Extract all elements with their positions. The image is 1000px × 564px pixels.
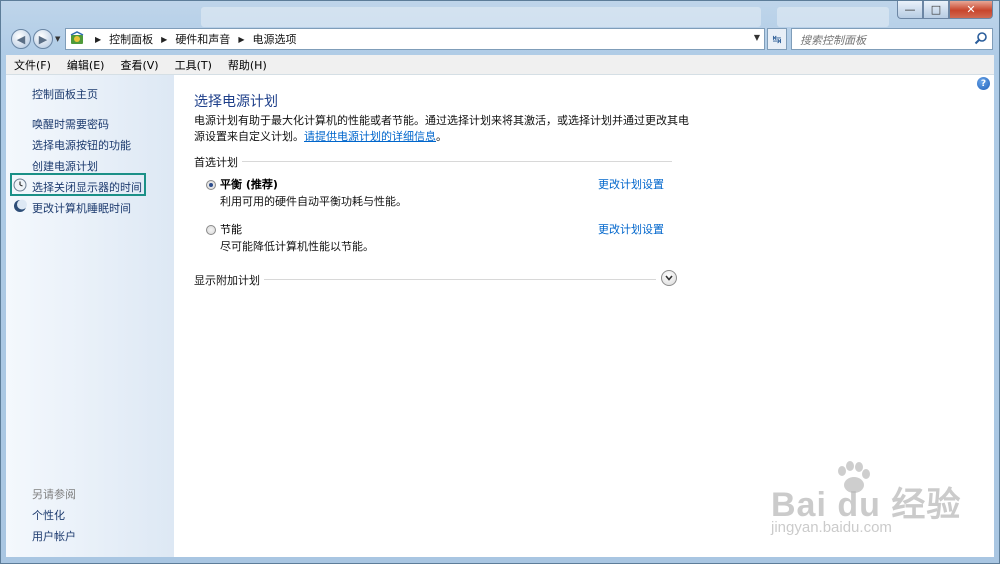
sleep-moon-icon	[14, 199, 27, 212]
menu-help[interactable]: 帮助(H)	[220, 57, 275, 73]
page-description: 电源计划有助于最大化计算机的性能或者节能。通过选择计划来将其激活，或选择计划并通…	[194, 113, 694, 145]
expand-additional-plans-button[interactable]	[661, 270, 677, 286]
create-power-plan-link[interactable]: 创建电源计划	[32, 158, 98, 174]
plan-balanced-name[interactable]: 平衡 (推荐)	[220, 176, 278, 192]
preferred-plans-label: 首选计划	[194, 156, 238, 169]
plan-balanced-desc: 利用可用的硬件自动平衡功耗与性能。	[220, 195, 407, 208]
menu-view[interactable]: 查看(V)	[112, 57, 166, 73]
search-input[interactable]	[798, 30, 972, 50]
more-info-link[interactable]: 请提供电源计划的详细信息	[304, 130, 436, 143]
left-nav-pane: 控制面板主页 唤醒时需要密码 选择电源按钮的功能 创建电源计划 选择关闭显示器的…	[6, 75, 174, 557]
menu-tools[interactable]: 工具(T)	[167, 57, 220, 73]
plan-balanced-change-settings-link[interactable]: 更改计划设置	[598, 176, 664, 192]
sleep-time-link[interactable]: 更改计算机睡眠时间	[32, 200, 131, 216]
group-divider	[242, 161, 672, 162]
user-accounts-link[interactable]: 用户帐户	[32, 528, 76, 544]
recent-pages-dropdown-icon[interactable]: ▼	[55, 35, 60, 43]
breadcrumb-separator-icon[interactable]: ▶	[95, 35, 101, 44]
breadcrumb-control-panel[interactable]: 控制面板	[109, 31, 153, 47]
close-button[interactable]: ✕	[949, 1, 993, 19]
baidu-watermark: Bai du 经验 jingyan.baidu.com	[771, 477, 961, 536]
highlight-box	[10, 173, 146, 196]
search-icon[interactable]	[974, 31, 988, 45]
refresh-icon: ↹	[772, 32, 782, 46]
background-window-tab	[201, 7, 761, 27]
plan-power-saver-name[interactable]: 节能	[220, 221, 242, 237]
breadcrumb-power-options[interactable]: 电源选项	[252, 31, 296, 47]
refresh-button[interactable]: ↹	[767, 28, 787, 50]
plan-power-saver-radio[interactable]	[206, 225, 216, 235]
address-bar[interactable]: ▶ 控制面板 ▶ 硬件和声音 ▶ 电源选项 ▼	[65, 28, 765, 50]
menu-edit[interactable]: 编辑(E)	[59, 57, 113, 73]
window-controls: — □ ✕	[897, 1, 993, 19]
forward-button[interactable]: ▶	[33, 29, 53, 49]
help-icon[interactable]: ?	[977, 77, 990, 90]
maximize-button[interactable]: □	[923, 1, 949, 19]
back-arrow-icon: ◀	[16, 32, 26, 46]
menu-file[interactable]: 文件(F)	[6, 57, 59, 73]
chevron-down-icon	[665, 275, 673, 281]
search-box[interactable]	[791, 28, 993, 50]
description-end: 。	[436, 130, 447, 143]
watermark-url: jingyan.baidu.com	[771, 519, 892, 536]
control-panel-home-link[interactable]: 控制面板主页	[32, 86, 98, 102]
see-also-heading: 另请参阅	[32, 488, 76, 501]
control-panel-window: — □ ✕ ◀ ▶ ▼ ▶ 控制面板 ▶ 硬件和声音 ▶ 电源选项 ▼ ↹ 搜索…	[0, 0, 1000, 564]
background-window-tab	[777, 7, 889, 27]
group-divider	[264, 279, 656, 280]
breadcrumb-separator-icon[interactable]: ▶	[161, 35, 167, 44]
control-panel-icon	[70, 31, 84, 44]
menu-bar: 文件(F) 编辑(E) 查看(V) 工具(T) 帮助(H)	[6, 55, 994, 75]
forward-arrow-icon: ▶	[38, 32, 48, 46]
back-button[interactable]: ◀	[11, 29, 31, 49]
page-title: 选择电源计划	[194, 94, 278, 110]
breadcrumb-hardware-sound[interactable]: 硬件和声音	[175, 31, 230, 47]
power-button-function-link[interactable]: 选择电源按钮的功能	[32, 137, 131, 153]
plan-balanced-radio[interactable]	[206, 180, 216, 190]
address-dropdown-icon[interactable]: ▼	[754, 33, 760, 42]
plan-power-saver-desc: 尽可能降低计算机性能以节能。	[220, 240, 374, 253]
show-additional-plans-label[interactable]: 显示附加计划	[194, 272, 260, 288]
plan-power-saver-change-settings-link[interactable]: 更改计划设置	[598, 221, 664, 237]
breadcrumb-separator-icon[interactable]: ▶	[238, 35, 244, 44]
minimize-button[interactable]: —	[897, 1, 923, 19]
wake-password-link[interactable]: 唤醒时需要密码	[32, 116, 109, 132]
personalization-link[interactable]: 个性化	[32, 507, 65, 523]
breadcrumb: ▶ 控制面板 ▶ 硬件和声音 ▶ 电源选项	[87, 31, 296, 47]
